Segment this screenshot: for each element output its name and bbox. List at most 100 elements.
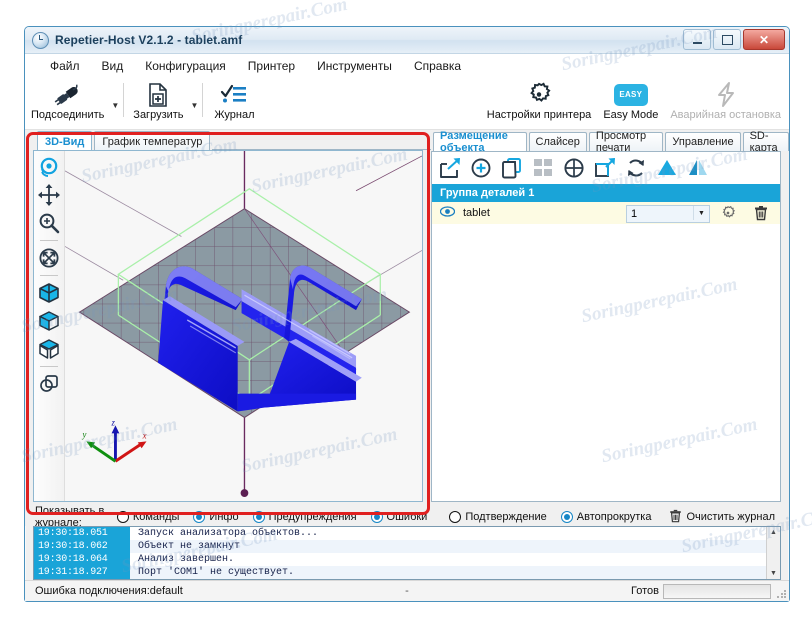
title-bar: Repetier-Host V2.1.2 - tablet.amf ✕ <box>25 27 789 54</box>
scroll-down-icon[interactable]: ▼ <box>770 568 777 579</box>
object-count-spinner[interactable]: 1 ▼ <box>626 205 710 223</box>
tab-control[interactable]: Управление <box>665 132 741 151</box>
window-title: Repetier-Host V2.1.2 - tablet.amf <box>55 33 243 47</box>
radio-errors-icon <box>370 511 383 523</box>
view-overlay-tool[interactable] <box>36 371 62 397</box>
maximize-icon <box>721 34 733 45</box>
menu-configuration[interactable]: Конфигурация <box>134 56 237 76</box>
menu-file[interactable]: Файл <box>39 56 91 76</box>
object-group-header: Группа деталей 1 <box>432 184 780 202</box>
object-settings-icon[interactable] <box>720 205 736 224</box>
mirror-object-icon[interactable] <box>655 156 679 180</box>
zoom-view-tool[interactable] <box>36 210 62 236</box>
progress-bar <box>663 584 771 599</box>
menu-printer[interactable]: Принтер <box>237 56 306 76</box>
eye-icon[interactable] <box>439 206 456 220</box>
object-placement-panel: Группа деталей 1 tablet 1 ▼ <box>431 151 781 502</box>
add-to-group-icon[interactable] <box>469 156 493 180</box>
svg-text:z: z <box>111 417 116 427</box>
filter-commands[interactable]: Команды <box>116 511 180 523</box>
svg-text:y: y <box>81 429 86 439</box>
list-item[interactable]: 19:30:18.051 Запуск анализатора объектов… <box>34 527 766 540</box>
tab-object-placement[interactable]: Размещение объекта <box>433 130 527 154</box>
scroll-up-icon[interactable]: ▲ <box>770 527 777 538</box>
object-toolbar <box>432 152 780 184</box>
menu-view[interactable]: Вид <box>91 56 135 76</box>
object-count-value: 1 <box>631 208 638 220</box>
status-bar: Ошибка подключения:default - Готов <box>25 580 789 601</box>
toolbar-separator-2 <box>202 83 204 117</box>
main-toolbar: Подсоединить ▼ Загрузить ▼ Журнал Настро… <box>25 79 789 130</box>
list-item[interactable]: 19:30:18.064 Анализ завершен. <box>34 553 766 566</box>
view-filled-tool[interactable] <box>36 308 62 334</box>
load-dropdown-arrow[interactable]: ▼ <box>190 89 200 121</box>
easy-mode-label: Easy Mode <box>603 109 659 121</box>
add-object-icon[interactable] <box>438 156 462 180</box>
resize-grip[interactable] <box>776 589 786 599</box>
log-label: Журнал <box>214 109 255 121</box>
load-button[interactable]: Загрузить <box>127 79 189 121</box>
filter-ack[interactable]: Подтверждение <box>449 511 547 523</box>
log-button[interactable]: Журнал <box>206 79 262 121</box>
list-item[interactable]: 19:31:18.927 Порт 'COM1' не существует. <box>34 566 766 579</box>
object-panel-empty-area <box>432 224 780 501</box>
filter-autoscroll[interactable]: Автопрокрутка <box>560 511 651 523</box>
right-pane: Размещение объекта Слайсер Просмотр печа… <box>431 130 789 508</box>
move-view-tool[interactable] <box>36 182 62 208</box>
tabstrip-filler <box>212 132 431 150</box>
radio-commands-icon <box>116 511 129 523</box>
printer-settings-label: Настройки принтера <box>486 109 592 121</box>
radio-ack-icon <box>449 511 462 523</box>
toolbar-right-group: Настройки принтера EASY Easy Mode Аварий… <box>481 79 787 121</box>
tab-temperature-graph[interactable]: График температур <box>94 131 211 150</box>
easy-badge-icon: EASY <box>613 81 648 108</box>
tab-slicer[interactable]: Слайсер <box>528 132 587 151</box>
flip-object-icon[interactable] <box>686 156 710 180</box>
view-open-box-tool[interactable] <box>36 336 62 362</box>
object-name: tablet <box>463 207 490 219</box>
viewport-3d[interactable]: x y z <box>65 151 422 501</box>
menu-tools[interactable]: Инструменты <box>306 56 403 76</box>
filter-info[interactable]: Инфо <box>193 511 239 523</box>
log-scrollbar[interactable]: ▲ ▼ <box>766 527 780 579</box>
filter-warnings[interactable]: Предупреждения <box>252 511 357 523</box>
autoposition-icon[interactable] <box>531 156 555 180</box>
left-pane: 3D-Вид График температур x y z <box>25 130 431 515</box>
filter-commands-label: Команды <box>132 511 180 523</box>
viewport-tools-separator-2 <box>40 275 58 276</box>
log-rows: 19:30:18.051 Запуск анализатора объектов… <box>34 527 766 579</box>
close-button[interactable]: ✕ <box>743 29 785 50</box>
copy-object-icon[interactable] <box>500 156 524 180</box>
desktop-background: Repetier-Host V2.1.2 - tablet.amf ✕ Файл… <box>0 0 812 626</box>
load-label: Загрузить <box>133 109 184 121</box>
scale-object-icon[interactable] <box>593 156 617 180</box>
right-tabstrip: Размещение объекта Слайсер Просмотр печа… <box>431 130 789 154</box>
maximize-button[interactable] <box>713 29 741 50</box>
rotate-object-icon[interactable] <box>624 156 648 180</box>
connect-dropdown-arrow[interactable]: ▼ <box>110 89 120 121</box>
trash-icon[interactable] <box>754 205 768 224</box>
center-object-icon[interactable] <box>562 156 586 180</box>
easy-mode-button[interactable]: EASY Easy Mode <box>597 79 664 121</box>
tab-3d-view[interactable]: 3D-Вид <box>37 131 93 150</box>
menu-help[interactable]: Справка <box>403 56 472 76</box>
table-row[interactable]: tablet 1 ▼ <box>432 202 780 224</box>
rotate-view-tool[interactable] <box>36 154 62 180</box>
emergency-stop-label: Аварийная остановка <box>670 109 781 121</box>
chevron-down-icon[interactable]: ▼ <box>693 206 709 220</box>
viewport-container: x y z <box>33 150 423 502</box>
clear-log-label: Очистить журнал <box>686 511 775 523</box>
minimize-button[interactable] <box>683 29 711 50</box>
svg-text:x: x <box>142 430 147 440</box>
printer-settings-button[interactable]: Настройки принтера <box>481 79 598 121</box>
menu-bar: Файл Вид Конфигурация Принтер Инструмент… <box>25 54 789 79</box>
tab-print-preview[interactable]: Просмотр печати <box>588 130 664 154</box>
tab-sd-card[interactable]: SD-карта <box>742 130 789 154</box>
emergency-stop-button[interactable]: Аварийная остановка <box>664 79 787 121</box>
view-solid-tool[interactable] <box>36 280 62 306</box>
fit-to-screen-tool[interactable] <box>36 245 62 271</box>
connect-button[interactable]: Подсоединить <box>25 79 110 121</box>
clear-log-button[interactable]: Очистить журнал <box>669 509 775 526</box>
filter-errors[interactable]: Ошибки <box>370 511 427 523</box>
list-item[interactable]: 19:30:18.062 Объект не замкнут <box>34 540 766 553</box>
